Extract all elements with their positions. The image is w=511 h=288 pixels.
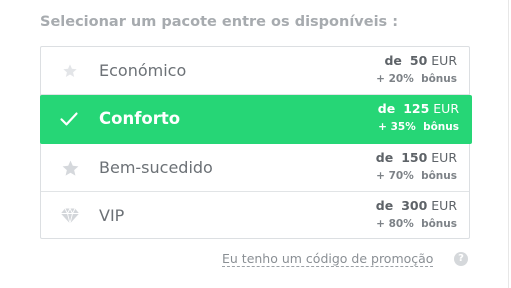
package-bonus: + 20% bônus <box>376 73 457 85</box>
right-edge-divider <box>508 0 509 288</box>
package-price: de 300 EUR <box>375 198 457 213</box>
checkmark-icon <box>58 108 80 130</box>
package-bonus: + 35% bônus <box>378 121 459 133</box>
section-heading: Selecionar um pacote entre os disponívei… <box>40 14 399 30</box>
package-list: Económico de 50 EUR + 20% bônus Conforto… <box>40 46 472 240</box>
package-bem-sucedido[interactable]: Bem-sucedido de 150 EUR + 70% bônus <box>41 144 469 192</box>
star-icon <box>59 60 81 82</box>
help-icon[interactable]: ? <box>454 252 468 266</box>
package-economico[interactable]: Económico de 50 EUR + 20% bônus <box>41 47 469 95</box>
package-price: de 150 EUR <box>375 150 457 165</box>
package-price: de 125 EUR <box>377 101 459 116</box>
star-icon <box>59 157 81 179</box>
package-vip[interactable]: VIP de 300 EUR + 80% bônus <box>41 192 469 240</box>
package-name: Económico <box>99 61 187 80</box>
package-bonus: + 80% bônus <box>376 218 457 230</box>
package-name: Conforto <box>99 109 181 128</box>
package-name: Bem-sucedido <box>99 158 213 177</box>
package-bonus: + 70% bônus <box>376 170 457 182</box>
package-name: VIP <box>99 206 125 225</box>
package-conforto[interactable]: Conforto de 125 EUR + 35% bônus <box>40 95 472 144</box>
diamond-icon <box>59 205 81 227</box>
package-price: de 50 EUR <box>384 53 457 68</box>
promo-code-link[interactable]: Eu tenho um código de promoção <box>222 251 434 267</box>
